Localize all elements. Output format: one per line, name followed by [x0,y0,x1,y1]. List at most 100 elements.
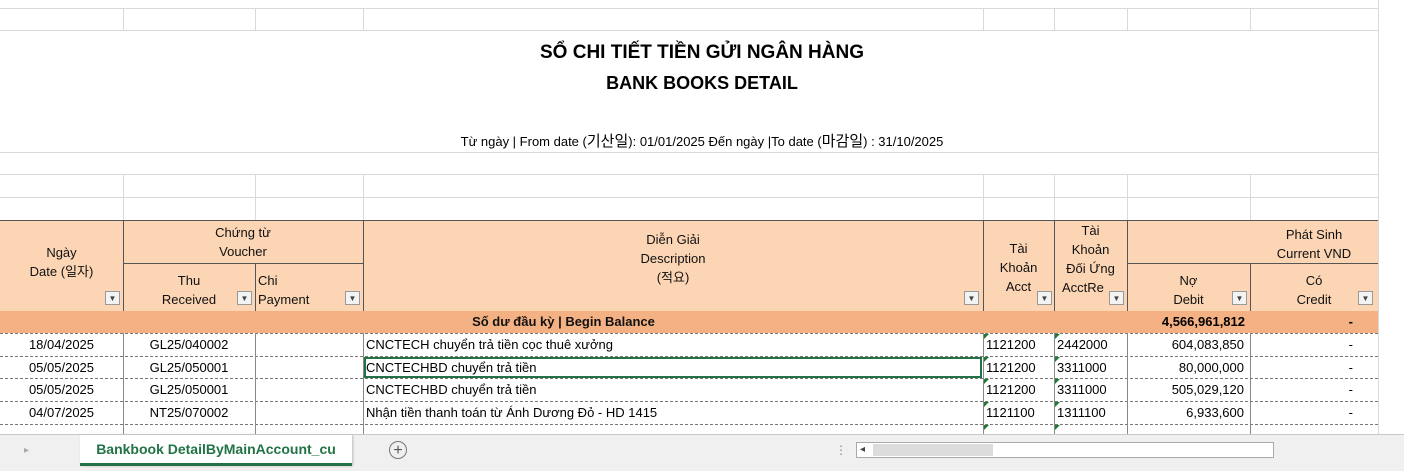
cell-date[interactable]: 05/05/2025 [0,382,123,397]
filter-dropdown-credit[interactable]: ▼ [1358,291,1373,305]
header-description: Diễn Giải Description (적요) [363,230,983,287]
cell-date[interactable]: 18/04/2025 [0,337,123,352]
table-row[interactable]: 18/04/2025 GL25/040002 CNCTECH chuyển tr… [0,334,1378,356]
gridline [0,8,1378,9]
cell-description[interactable]: CNCTECHBD chuyển trả tiền [366,382,980,397]
cell-date[interactable]: 04/07/2025 [0,405,123,420]
header-payment-en: Payment [258,292,310,307]
header-acct: Tài Khoản Acct [983,239,1054,296]
gridline [1378,0,1379,434]
gridline [0,152,1378,153]
add-sheet-icon[interactable]: + [389,441,407,459]
header-border [255,263,256,311]
cell-received[interactable]: GL25/050001 [123,382,255,397]
header-contra-acct: Tài Khoản Đối Ứng AcctRe [1054,221,1127,297]
cell-credit[interactable]: - [1251,337,1353,352]
header-voucher: Chứng từ Voucher [123,223,363,261]
filter-dropdown-received[interactable]: ▼ [237,291,252,305]
begin-balance-label: Số dư đầu kỳ | Begin Balance [472,314,655,329]
gridline [255,8,256,30]
gridline [1250,8,1251,30]
header-contra-vi3: Đối Ứng [1066,261,1115,276]
cell-received[interactable]: GL25/040002 [123,337,255,352]
filter-dropdown-description[interactable]: ▼ [964,291,979,305]
cell-error-indicator [984,334,989,339]
cell-error-indicator [1055,425,1060,430]
cell-error-indicator [984,425,989,430]
header-border [123,263,363,264]
begin-balance-row[interactable]: Số dư đầu kỳ | Begin Balance 4,566,961,8… [0,311,1378,333]
header-acct-vi2: Khoản [999,260,1038,275]
header-description-vi: Diễn Giải [646,232,700,247]
filter-dropdown-date[interactable]: ▼ [105,291,120,305]
gridline [1054,8,1055,30]
cell-credit[interactable]: - [1251,360,1353,375]
cell-error-indicator [1055,379,1060,384]
tab-scroll-prev-icon[interactable]: ▸ [24,445,29,456]
header-arising-vi: Phát Sinh [1285,227,1343,242]
cell-acct[interactable]: 1121200 [986,360,1052,375]
cell-acct[interactable]: 1121200 [986,382,1052,397]
table-row[interactable]: 04/07/2025 NT25/070002 Nhận tiền thanh t… [0,402,1378,424]
cell-debit[interactable]: 80,000,000 [1127,360,1244,375]
cell-contra[interactable]: 2442000 [1057,337,1125,352]
filter-dropdown-payment[interactable]: ▼ [345,291,360,305]
header-payment: Chi Payment [258,271,358,309]
table-header: Ngày Date (일자) ▼ Chứng từ Voucher Thu Re… [0,220,1378,311]
gridline [1127,8,1128,30]
header-acct-vi1: Tài [1009,241,1028,256]
header-arising: Phát Sinh Current VND [1250,225,1378,263]
table-row[interactable]: 05/05/2025 GL25/050001 CNCTECHBD chuyển … [0,379,1378,401]
gridline [123,8,124,30]
begin-balance-debit: 4,566,961,812 [1161,314,1245,329]
splitter-handle-icon[interactable]: ⋮ [835,443,847,457]
filter-dropdown-acct[interactable]: ▼ [1037,291,1052,305]
gridline [983,174,984,220]
cell-description[interactable]: CNCTECH chuyển trả tiền cọc thuê xưởng [366,337,980,352]
cell-error-indicator [984,357,989,362]
cell-debit[interactable]: 6,933,600 [1127,405,1244,420]
cell-acct[interactable]: 1121200 [986,337,1052,352]
cell-acct[interactable]: 1121100 [986,405,1052,420]
header-received-en: Received [161,292,217,307]
sheet-tab-active[interactable]: Bankbook DetailByMainAccount_cu [80,435,352,466]
filter-dropdown-debit[interactable]: ▼ [1232,291,1247,305]
gridline [1250,174,1251,220]
scroll-thumb[interactable] [873,444,993,456]
cell-contra[interactable]: 3311000 [1057,360,1125,375]
gridline [0,30,1378,31]
cell-received[interactable]: NT25/070002 [123,405,255,420]
header-voucher-en: Voucher [219,244,267,259]
horizontal-scrollbar[interactable]: ◂ [856,442,1274,458]
cell-received[interactable]: GL25/050001 [123,360,255,375]
cell-description[interactable]: Nhận tiền thanh toán từ Ánh Dương Đỏ - H… [366,405,980,420]
cell-date[interactable]: 05/05/2025 [0,360,123,375]
header-received-vi: Thu [177,273,201,288]
header-contra-vi2: Khoản [1071,242,1110,257]
header-credit-vi: Có [1305,273,1323,288]
cell-debit[interactable]: 604,083,850 [1127,337,1244,352]
gridline [1127,174,1128,220]
spreadsheet-grid[interactable]: SỔ CHI TIẾT TIỀN GỬI NGÂN HÀNG BANK BOOK… [0,0,1404,434]
row-divider [0,424,1378,425]
date-range-middle: ): 01/01/2025 Đến ngày |To date ( [628,134,822,149]
filter-dropdown-contra[interactable]: ▼ [1109,291,1124,305]
cell-contra[interactable]: 3311000 [1057,382,1125,397]
header-date-en: Date (일자) [29,264,94,279]
cell-debit[interactable]: 505,029,120 [1127,382,1244,397]
header-received: Thu Received [123,271,255,309]
header-arising-en: Current VND [1276,246,1352,261]
header-description-en: Description [640,251,706,266]
cell-credit[interactable]: - [1251,382,1353,397]
scroll-left-icon[interactable]: ◂ [860,444,865,455]
date-range-prefix: Từ ngày | From date ( [460,134,587,149]
cell-credit[interactable]: - [1251,405,1353,420]
cell-contra[interactable]: 1311100 [1057,405,1125,420]
gridline [0,174,1378,175]
cell-error-indicator [984,402,989,407]
header-border [1127,263,1378,264]
selected-cell-outline[interactable] [364,357,982,378]
gridline [983,8,984,30]
gridline [363,8,364,30]
date-range-suffix: ) : 31/10/2025 [863,134,944,149]
